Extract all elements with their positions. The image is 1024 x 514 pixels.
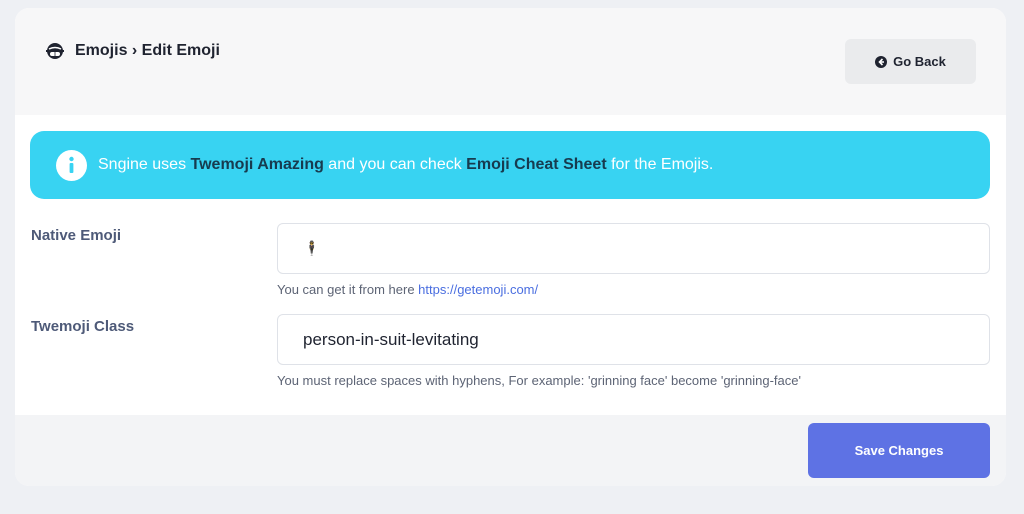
info-icon	[56, 149, 87, 181]
arrow-left-circle-icon	[875, 55, 888, 68]
page-title-text: Emojis › Edit Emoji	[75, 42, 220, 59]
emoji-cheat-sheet-link[interactable]: Emoji Cheat Sheet	[466, 156, 606, 174]
edit-emoji-card: Emojis › Edit Emoji Go Back Sngine uses …	[15, 8, 1006, 486]
native-emoji-value: 🕴	[303, 240, 321, 256]
alert-text-suffix: for the Emojis.	[606, 156, 714, 173]
go-back-label: Go Back	[893, 54, 946, 69]
alert-text-prefix: Sngine uses	[98, 156, 191, 173]
native-emoji-input[interactable]: 🕴	[277, 223, 990, 274]
native-emoji-label: Native Emoji	[31, 227, 122, 244]
native-emoji-help-text: You can get it from here	[277, 282, 419, 297]
card-footer: Save Changes	[15, 415, 1006, 486]
page-title: Emojis › Edit Emoji	[45, 41, 220, 61]
native-emoji-help: You can get it from here https://getemoj…	[277, 282, 538, 297]
getemoji-link[interactable]: https://getemoji.com/	[418, 282, 538, 297]
go-back-button[interactable]: Go Back	[845, 39, 976, 84]
save-changes-label: Save Changes	[854, 443, 944, 458]
twemoji-class-input[interactable]: person-in-suit-levitating	[277, 314, 990, 365]
alert-text-middle: and you can check	[323, 156, 467, 173]
twemoji-class-help: You must replace spaces with hyphens, Fo…	[277, 373, 801, 388]
info-alert: Sngine uses Twemoji Amazing and you can …	[30, 131, 990, 199]
twemoji-class-label: Twemoji Class	[31, 318, 135, 335]
twemoji-amazing-link[interactable]: Twemoji Amazing	[191, 156, 324, 174]
save-changes-button[interactable]: Save Changes	[808, 423, 990, 478]
card-body: Sngine uses Twemoji Amazing and you can …	[15, 115, 1006, 415]
grinning-face-icon	[46, 43, 64, 59]
card-header: Emojis › Edit Emoji Go Back	[15, 8, 1006, 115]
twemoji-class-value: person-in-suit-levitating	[303, 329, 479, 349]
